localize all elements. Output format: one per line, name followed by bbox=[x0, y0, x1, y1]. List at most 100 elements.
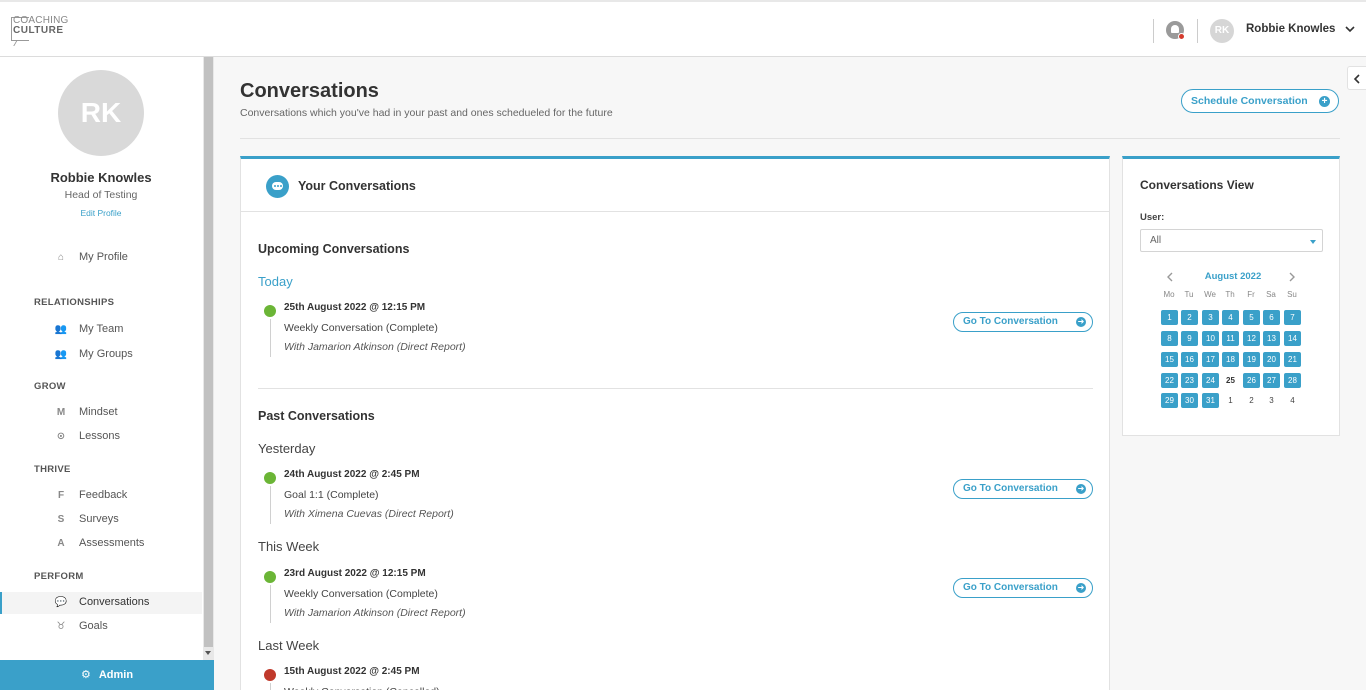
chevron-left-icon[interactable] bbox=[1165, 272, 1175, 282]
calendar-day[interactable]: 31 bbox=[1202, 393, 1219, 408]
calendar-day[interactable]: 24 bbox=[1202, 373, 1219, 388]
timeline-line bbox=[270, 683, 271, 690]
sidebar: RK Robbie Knowles Head of Testing Edit P… bbox=[0, 57, 214, 690]
sidebar-item-surveys[interactable]: S Surveys bbox=[0, 509, 202, 531]
sidebar-item-label: Mindset bbox=[79, 406, 118, 418]
chevron-right-icon[interactable] bbox=[1287, 272, 1297, 282]
group-title-this-week: This Week bbox=[258, 539, 320, 554]
calendar-day[interactable]: 19 bbox=[1243, 352, 1260, 367]
calendar-day-today[interactable]: 25 bbox=[1222, 373, 1239, 388]
coaching-culture-logo[interactable]: COACHING CULTURE bbox=[11, 15, 73, 46]
calendar-day[interactable]: 3 bbox=[1263, 393, 1280, 408]
status-dot bbox=[264, 305, 276, 317]
sidebar-item-lessons[interactable]: ⊙ Lessons bbox=[0, 426, 202, 448]
status-dot bbox=[264, 472, 276, 484]
calendar-day[interactable]: 1 bbox=[1161, 310, 1178, 325]
go-to-conversation-button[interactable]: Go To Conversation ➜ bbox=[953, 578, 1093, 598]
header-divider bbox=[240, 138, 1340, 139]
conversation-type: Weekly Conversation (Complete) bbox=[284, 322, 438, 334]
sidebar-item-goals[interactable]: ♉ Goals bbox=[0, 616, 202, 638]
calendar-day[interactable]: 26 bbox=[1243, 373, 1260, 388]
conversation-item: 15th August 2022 @ 2:45 PM Weekly Conver… bbox=[258, 664, 1093, 690]
calendar-day[interactable]: 15 bbox=[1161, 352, 1178, 367]
conversations-view-title: Conversations View bbox=[1140, 178, 1254, 192]
calendar-day[interactable]: 14 bbox=[1284, 331, 1301, 346]
conversations-view-card: Conversations View User: All August 2022… bbox=[1122, 156, 1340, 436]
notification-bell-icon[interactable] bbox=[1166, 21, 1185, 40]
calendar-day[interactable]: 5 bbox=[1243, 310, 1260, 325]
calendar-day[interactable]: 28 bbox=[1284, 373, 1301, 388]
page-subtitle: Conversations which you've had in your p… bbox=[240, 107, 613, 119]
calendar-day[interactable]: 8 bbox=[1161, 331, 1178, 346]
calendar-day[interactable]: 29 bbox=[1161, 393, 1178, 408]
calendar-day[interactable]: 21 bbox=[1284, 352, 1301, 367]
sidebar-item-label: Surveys bbox=[79, 513, 119, 525]
topbar-separator bbox=[1153, 19, 1154, 43]
calendar-day[interactable]: 9 bbox=[1181, 331, 1198, 346]
calendar-day[interactable]: 23 bbox=[1181, 373, 1198, 388]
calendar-day[interactable]: 10 bbox=[1202, 331, 1219, 346]
calendar-day[interactable]: 3 bbox=[1202, 310, 1219, 325]
sidebar-item-label: My Groups bbox=[79, 348, 133, 360]
sidebar-item-my-profile[interactable]: ⌂ My Profile bbox=[0, 247, 202, 269]
calendar-day[interactable]: 16 bbox=[1181, 352, 1198, 367]
conversation-date: 24th August 2022 @ 2:45 PM bbox=[284, 469, 420, 480]
conversation-type: Weekly Conversation (Complete) bbox=[284, 588, 438, 600]
sidebar-item-assessments[interactable]: A Assessments bbox=[0, 533, 202, 555]
collapse-panel-button[interactable] bbox=[1347, 66, 1366, 90]
calendar-day[interactable]: 30 bbox=[1181, 393, 1198, 408]
calendar-day[interactable]: 11 bbox=[1222, 331, 1239, 346]
calendar-weekday: Th bbox=[1225, 290, 1235, 299]
surveys-icon: S bbox=[57, 514, 65, 525]
calendar-day[interactable]: 12 bbox=[1243, 331, 1260, 346]
calendar-weekday: Fr bbox=[1247, 290, 1255, 299]
sidebar-item-my-groups[interactable]: 👥 My Groups bbox=[0, 344, 202, 366]
bubble-dot bbox=[280, 185, 282, 187]
sidebar-item-mindset[interactable]: M Mindset bbox=[0, 402, 202, 424]
plus-circle-icon: + bbox=[1319, 96, 1330, 107]
calendar-day[interactable]: 4 bbox=[1222, 310, 1239, 325]
user-name[interactable]: Robbie Knowles bbox=[1246, 23, 1335, 35]
schedule-conversation-button[interactable]: Schedule Conversation + bbox=[1181, 89, 1339, 113]
calendar-day[interactable]: 27 bbox=[1263, 373, 1280, 388]
conversation-item: 25th August 2022 @ 12:15 PM Weekly Conve… bbox=[258, 300, 1093, 360]
scrollbar-thumb[interactable] bbox=[204, 57, 213, 647]
calendar-day[interactable]: 22 bbox=[1161, 373, 1178, 388]
conversation-item: 23rd August 2022 @ 12:15 PM Weekly Conve… bbox=[258, 566, 1093, 626]
sidebar-item-label: Assessments bbox=[79, 537, 145, 549]
calendar-day[interactable]: 13 bbox=[1263, 331, 1280, 346]
admin-button[interactable]: ⚙ Admin bbox=[0, 660, 214, 690]
scroll-down-arrow-icon[interactable] bbox=[205, 651, 211, 655]
arrow-right-circle-icon: ➜ bbox=[1076, 317, 1086, 327]
go-to-conversation-button[interactable]: Go To Conversation ➜ bbox=[953, 312, 1093, 332]
calendar-day[interactable]: 20 bbox=[1263, 352, 1280, 367]
calendar-day[interactable]: 4 bbox=[1284, 393, 1301, 408]
calendar-day[interactable]: 17 bbox=[1202, 352, 1219, 367]
calendar-day[interactable]: 18 bbox=[1222, 352, 1239, 367]
sidebar-item-label: Conversations bbox=[79, 596, 150, 608]
sidebar-item-label: Feedback bbox=[79, 489, 128, 501]
sidebar-item-my-team[interactable]: 👥 My Team bbox=[0, 319, 202, 341]
user-filter-value: All bbox=[1150, 235, 1162, 246]
sidebar-item-label: My Team bbox=[79, 323, 124, 335]
past-conversations-title: Past Conversations bbox=[258, 409, 375, 423]
user-filter-select[interactable]: All bbox=[1140, 229, 1323, 252]
sidebar-scrollbar[interactable] bbox=[203, 57, 214, 661]
calendar-day[interactable]: 2 bbox=[1181, 310, 1198, 325]
go-to-conversation-label: Go To Conversation bbox=[963, 582, 1058, 593]
go-to-conversation-button[interactable]: Go To Conversation ➜ bbox=[953, 479, 1093, 499]
sidebar-item-feedback[interactable]: F Feedback bbox=[0, 485, 202, 507]
calendar-day[interactable]: 7 bbox=[1284, 310, 1301, 325]
conversation-date: 23rd August 2022 @ 12:15 PM bbox=[284, 568, 426, 579]
user-avatar[interactable]: RK bbox=[1210, 19, 1234, 43]
sidebar-item-conversations[interactable]: 💬 Conversations bbox=[0, 592, 202, 614]
bubble-dot bbox=[274, 185, 276, 187]
calendar-day[interactable]: 6 bbox=[1263, 310, 1280, 325]
section-divider bbox=[258, 388, 1093, 389]
calendar-day[interactable]: 1 bbox=[1222, 393, 1239, 408]
edit-profile-link[interactable]: Edit Profile bbox=[0, 208, 202, 218]
calendar-day[interactable]: 2 bbox=[1243, 393, 1260, 408]
sidebar-section-perform: PERFORM bbox=[34, 571, 84, 582]
chevron-down-icon[interactable] bbox=[1344, 23, 1356, 35]
chevron-left-icon bbox=[1353, 74, 1360, 84]
